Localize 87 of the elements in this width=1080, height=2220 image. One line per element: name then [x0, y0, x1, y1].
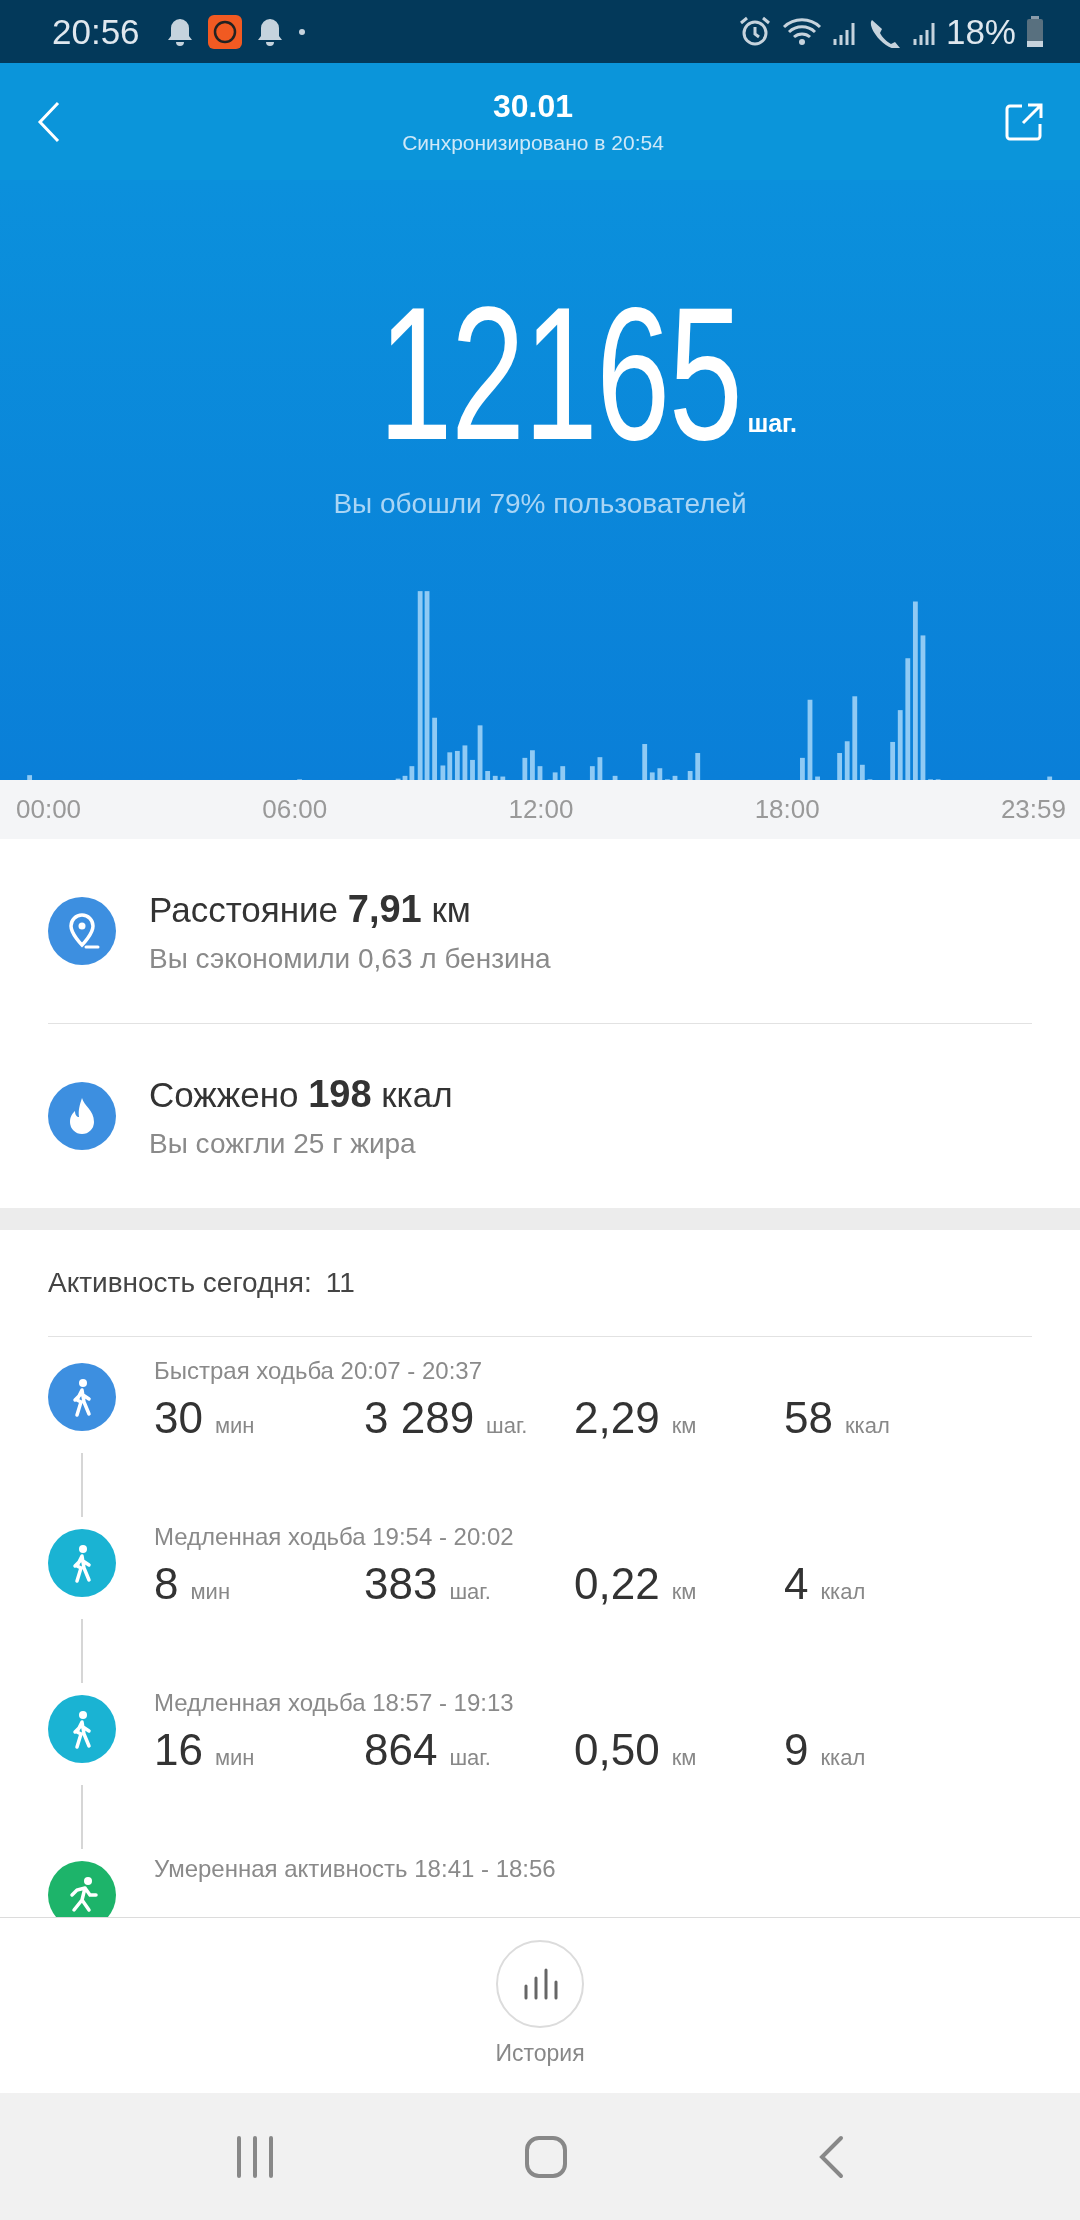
time-axis-label: 00:00 — [16, 794, 82, 825]
metric-unit: мин — [214, 1745, 255, 1771]
metric-unit: км — [671, 1579, 697, 1605]
step-bar — [522, 757, 528, 780]
flame-icon — [48, 1082, 116, 1150]
step-bar — [462, 745, 468, 780]
home-icon — [524, 2134, 568, 2179]
activity-title: Медленная ходьба 18:57 - 19:13 — [154, 1689, 515, 1717]
activity-count: 11 — [325, 1267, 355, 1299]
activity-label: Активность сегодня: — [48, 1267, 312, 1299]
step-bar — [589, 766, 595, 780]
metric-value: 8 — [154, 1559, 179, 1609]
activity-title: Медленная ходьба 19:54 - 20:02 — [154, 1523, 515, 1551]
bell-icon — [165, 16, 194, 47]
activity-title: Быстрая ходьба 20:07 - 20:37 — [154, 1357, 484, 1385]
step-bar — [687, 771, 693, 780]
metric-value: 16 — [154, 1725, 203, 1775]
sync-status: Синхронизировано в 20:54 — [402, 131, 664, 155]
metric-unit: шаг. — [486, 1413, 528, 1439]
step-count: 12165 — [378, 298, 742, 448]
step-bar — [1047, 776, 1053, 780]
metric-value: 864 — [364, 1725, 438, 1775]
metric-value: 9 — [784, 1725, 809, 1775]
back-icon — [817, 2134, 846, 2179]
metric-value: 3 289 — [364, 1393, 475, 1443]
step-bar — [612, 775, 618, 780]
step-bar — [470, 759, 475, 780]
stat-title: Расстояние 7,91 км — [149, 887, 472, 931]
metric-unit: ккал — [820, 1579, 866, 1605]
step-bar — [27, 775, 33, 780]
metric-value: 30 — [154, 1393, 203, 1443]
stat-note: Вы сэкономили 0,63 л бензина — [149, 942, 551, 975]
bell-icon — [255, 16, 284, 47]
step-unit: шаг. — [747, 409, 797, 438]
activity-title: Умеренная активность 18:41 - 18:56 — [154, 1855, 556, 1883]
back-icon — [36, 99, 62, 144]
step-bar — [432, 717, 438, 780]
dot-icon — [297, 27, 306, 36]
location-pin-icon — [48, 897, 116, 965]
walker-icon — [48, 1363, 116, 1431]
metric-value: 58 — [784, 1393, 833, 1443]
history-label: История — [495, 2040, 585, 2067]
battery-icon — [1026, 15, 1044, 48]
metric-unit: шаг. — [449, 1579, 491, 1605]
app-notification-icon — [207, 14, 242, 49]
step-bar — [672, 775, 678, 780]
metric-unit: мин — [214, 1413, 255, 1439]
metric-value: 383 — [364, 1559, 438, 1609]
time-axis-label: 06:00 — [262, 794, 328, 825]
time-axis-label: 12:00 — [508, 794, 574, 825]
stat-title: Сожжено 198 ккал — [149, 1072, 453, 1116]
time-axis-label: 18:00 — [754, 794, 820, 825]
step-bar — [552, 772, 558, 780]
metric-value: 2,29 — [574, 1393, 660, 1443]
step-bar — [695, 753, 701, 780]
metric-value: 4 — [784, 1559, 809, 1609]
step-bar — [800, 757, 805, 780]
step-bar — [657, 768, 663, 780]
time-axis-label: 23:59 — [1000, 794, 1066, 825]
step-bar — [500, 776, 506, 780]
home-button[interactable] — [524, 2134, 568, 2179]
share-icon — [1004, 101, 1044, 142]
stat-note: Вы сожгли 25 г жира — [149, 1127, 417, 1160]
metric-unit: км — [671, 1413, 697, 1439]
metric-unit: мин — [190, 1579, 231, 1605]
step-bar — [597, 757, 603, 780]
walker-icon — [48, 1695, 116, 1763]
recent-apps-icon — [234, 2135, 275, 2178]
status-time: 20:56 — [52, 11, 140, 52]
metric-unit: ккал — [820, 1745, 866, 1771]
step-bar — [530, 750, 535, 780]
nav-back-button[interactable] — [817, 2134, 846, 2179]
metric-unit: шаг. — [449, 1745, 491, 1771]
metric-unit: км — [671, 1745, 697, 1771]
metric-value: 0,50 — [574, 1725, 660, 1775]
step-bar — [560, 766, 566, 780]
date-title: 30.01 — [492, 88, 574, 125]
step-bar — [477, 725, 483, 780]
metric-unit: ккал — [844, 1413, 890, 1439]
battery-percent: 18% — [945, 11, 1016, 52]
recent-apps-button[interactable] — [234, 2135, 275, 2178]
wifi-icon — [781, 16, 822, 47]
step-bar — [537, 766, 543, 780]
ranking-caption: Вы обошли 79% пользователей — [333, 488, 747, 520]
step-bar — [815, 776, 820, 780]
walker-icon — [48, 1529, 116, 1597]
metric-value: 0,22 — [574, 1559, 660, 1609]
